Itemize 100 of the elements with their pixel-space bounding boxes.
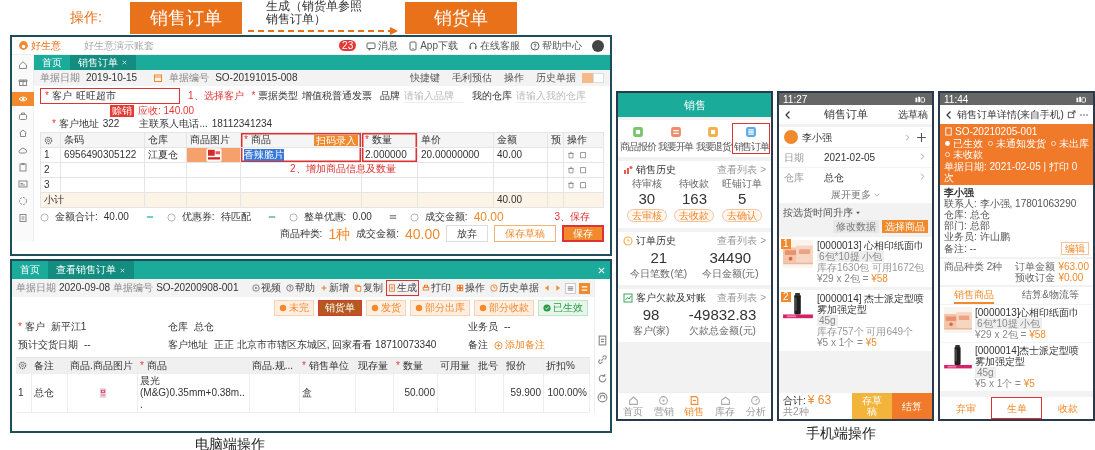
stat-action[interactable]: 去收款	[674, 209, 715, 222]
view-list-link[interactable]: 查看列表 >	[717, 292, 766, 303]
toolbar-button[interactable]: 新增	[319, 281, 350, 295]
play-icon	[252, 284, 260, 292]
header-link[interactable]: 帮助中心	[530, 39, 582, 52]
menu-item[interactable]: 销货单	[318, 300, 362, 316]
headset-icon[interactable]	[597, 392, 608, 403]
arrow-caption: 生成（销货单参照销售订单）	[266, 0, 363, 26]
screen-title: 销售	[618, 93, 771, 117]
gear-icon[interactable]	[44, 135, 53, 145]
back-icon[interactable]	[944, 109, 954, 120]
detail-view-icon[interactable]	[579, 282, 590, 294]
close-icon[interactable]	[597, 265, 606, 275]
gear-icon[interactable]	[18, 361, 27, 370]
header-link[interactable]: 在线客服	[468, 39, 520, 52]
coin-icon	[40, 212, 49, 222]
shortcut-tile[interactable]: 我要退货	[694, 123, 733, 154]
trash-icon[interactable]	[567, 166, 575, 174]
nav-item[interactable]: 营销	[653, 395, 674, 417]
sidebar-item[interactable]	[12, 92, 34, 106]
house-icon	[17, 128, 28, 138]
view-list-link[interactable]: 查看列表 >	[717, 235, 766, 246]
refresh-icon[interactable]	[597, 373, 608, 384]
toolbar-button[interactable]: 视频	[251, 281, 282, 295]
view-list-link[interactable]: 查看列表 >	[717, 164, 766, 175]
status-item: 未收款	[944, 149, 983, 160]
nav-item[interactable]: 分析	[745, 395, 766, 417]
stat-label: 今日笔数(笔)	[630, 268, 688, 279]
chevron-icon[interactable]	[918, 152, 927, 161]
document-icon[interactable]	[597, 335, 608, 346]
edit-button[interactable]: 编辑	[1061, 242, 1089, 255]
header-link[interactable]: 消息	[366, 39, 399, 52]
tab[interactable]: 销售订单	[70, 55, 136, 70]
tab[interactable]: 首页	[34, 55, 70, 70]
share-icon[interactable]	[1066, 110, 1076, 119]
tab[interactable]: 查看销售订单	[48, 261, 134, 279]
column-label: 商品.商品图片	[70, 359, 133, 372]
toolbar-button[interactable]: 历史单据	[489, 281, 540, 295]
toolbar-button[interactable]: 帮助	[285, 281, 316, 295]
product-input[interactable]: 香辣脆片	[244, 149, 284, 161]
sort-dropdown[interactable]: 按选货时间升序	[783, 207, 861, 218]
toolbar-link[interactable]: 快捷键	[410, 72, 440, 84]
avatar[interactable]	[592, 39, 604, 52]
calendar-icon[interactable]	[153, 73, 164, 83]
toolbar-link[interactable]: 历史单据	[536, 72, 576, 84]
plus-icon[interactable]	[916, 131, 927, 143]
save-button[interactable]: 保存	[562, 225, 604, 242]
toolbar-link[interactable]: 操作	[504, 72, 524, 84]
shortcut-tile[interactable]: 销售订单	[732, 123, 770, 154]
next-icon[interactable]	[554, 284, 562, 292]
save-draft-button[interactable]: 保存草稿	[494, 225, 556, 242]
customer-field[interactable]: * 客户 旺旺超市	[40, 88, 180, 104]
add-note-link[interactable]: 添加备注	[494, 339, 545, 351]
discard-button[interactable]: 放弃	[446, 225, 488, 242]
total-value: 40.00	[473, 211, 504, 223]
chevron-icon[interactable]	[918, 172, 927, 181]
status-tag: 已生效	[538, 300, 588, 316]
row-number: 1	[41, 148, 61, 163]
row-number: 2	[41, 163, 61, 178]
tablet-icon	[408, 40, 419, 51]
draft-link[interactable]: 选草稿	[898, 109, 928, 120]
toolbar-button[interactable]: 复制	[353, 281, 384, 295]
line-total: ¥58	[1029, 329, 1046, 340]
select-products-button[interactable]: 选择商品	[882, 220, 928, 233]
dropdown-field[interactable]: 增值税普通发票	[302, 90, 373, 102]
total-label: 整单优惠:	[303, 211, 347, 223]
trash-icon[interactable]	[567, 151, 575, 159]
toolbar-button[interactable]: 操作	[455, 281, 486, 295]
header-link[interactable]: App下载	[408, 39, 458, 52]
link-icon[interactable]	[597, 354, 608, 365]
list-view-icon[interactable]	[565, 282, 576, 294]
checkout-button[interactable]: 结算	[892, 393, 932, 419]
previous-icon[interactable]	[543, 284, 551, 292]
trash-icon[interactable]	[567, 181, 575, 189]
clock-icon	[490, 284, 498, 292]
toolbar-button[interactable]: 生成	[387, 281, 418, 295]
column-label: 金额	[497, 134, 517, 146]
stat-action[interactable]: 去确认	[722, 209, 763, 222]
action-button[interactable]: 生单	[991, 397, 1042, 419]
toolbar-link[interactable]: 毛利预估	[452, 72, 492, 84]
nav-item[interactable]: 首页	[623, 395, 644, 417]
back-icon[interactable]	[783, 109, 793, 120]
shortcut-tile[interactable]: 我要开单	[656, 123, 695, 154]
stat-action[interactable]: 去审核	[626, 209, 667, 222]
action-button[interactable]: 弃审	[940, 397, 991, 419]
tab[interactable]: 结算&物流等	[1022, 287, 1079, 304]
view-toggle-segment[interactable]	[582, 73, 593, 83]
close-icon[interactable]	[121, 59, 128, 66]
edit-data-button[interactable]: 修改数据	[833, 220, 879, 233]
table-cell: 晨光 (M&G)0.35mm+0.38m...	[138, 374, 250, 413]
tab[interactable]: 首页	[12, 261, 48, 279]
action-button[interactable]: 收款	[1042, 397, 1093, 419]
view-toggle-segment[interactable]	[593, 73, 604, 83]
close-icon[interactable]	[119, 266, 126, 274]
shortcut-tile[interactable]: 商品报价	[619, 123, 657, 154]
expand-more-button[interactable]: 展开更多	[779, 187, 932, 203]
toolbar-button[interactable]: 打印	[421, 281, 452, 295]
scan-badge[interactable]: 扫码录入	[314, 134, 358, 146]
nav-item[interactable]: 销售	[684, 395, 705, 417]
nav-item[interactable]: 库存	[715, 395, 736, 417]
